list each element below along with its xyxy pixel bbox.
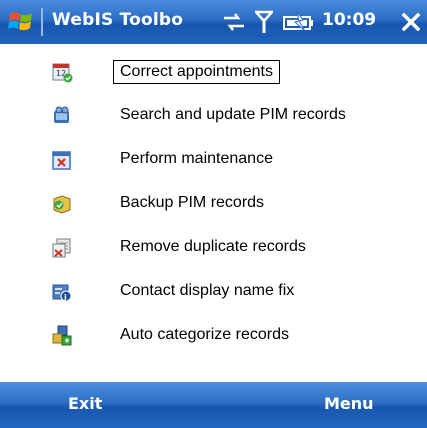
remove-duplicates-icon bbox=[51, 237, 73, 259]
list-item-label: Auto categorize records bbox=[120, 326, 289, 343]
list-item-backup[interactable]: Backup PIM records bbox=[0, 184, 427, 224]
list-item-label: Backup PIM records bbox=[120, 194, 265, 211]
exit-softkey[interactable]: Exit bbox=[68, 394, 102, 413]
list-item-search-update[interactable]: Search and update PIM records bbox=[0, 96, 427, 136]
title-bar: WebIS Toolbo 10:09 bbox=[0, 0, 427, 44]
signal-icon[interactable] bbox=[253, 10, 275, 34]
windows-logo-icon[interactable] bbox=[8, 8, 36, 36]
categorize-icon bbox=[51, 325, 73, 347]
list-item-label: Remove duplicate records bbox=[120, 238, 306, 255]
list-item-label: Perform maintenance bbox=[120, 150, 273, 167]
close-icon bbox=[401, 13, 420, 31]
list-item-auto-categorize[interactable]: Auto categorize records bbox=[0, 316, 427, 356]
title-separator bbox=[41, 8, 43, 36]
list-item-label: Contact display name fix bbox=[120, 282, 295, 299]
svg-text:i: i bbox=[64, 293, 67, 302]
calendar-icon: 12 bbox=[51, 61, 73, 83]
list-item-label: Search and update PIM records bbox=[120, 106, 346, 123]
search-records-icon bbox=[51, 105, 73, 127]
battery-icon[interactable] bbox=[283, 11, 317, 33]
list-item-remove-duplicates[interactable]: Remove duplicate records bbox=[0, 228, 427, 268]
close-button[interactable] bbox=[394, 4, 427, 40]
list-item-contact-name-fix[interactable]: i Contact display name fix bbox=[0, 272, 427, 312]
list-item-correct-appointments[interactable]: 12 Correct appointments bbox=[0, 52, 427, 92]
window-title: WebIS Toolbo bbox=[52, 10, 184, 30]
backup-icon bbox=[51, 193, 73, 215]
menu-softkey[interactable]: Menu bbox=[324, 394, 374, 413]
softkey-bar: Exit Menu bbox=[0, 382, 427, 428]
data-connection-icon[interactable] bbox=[222, 12, 246, 32]
list-item-label: Correct appointments bbox=[113, 60, 280, 84]
contact-fix-icon: i bbox=[51, 281, 73, 303]
clock[interactable]: 10:09 bbox=[322, 10, 376, 30]
list-item-perform-maintenance[interactable]: Perform maintenance bbox=[0, 140, 427, 180]
maintenance-icon bbox=[51, 149, 73, 171]
